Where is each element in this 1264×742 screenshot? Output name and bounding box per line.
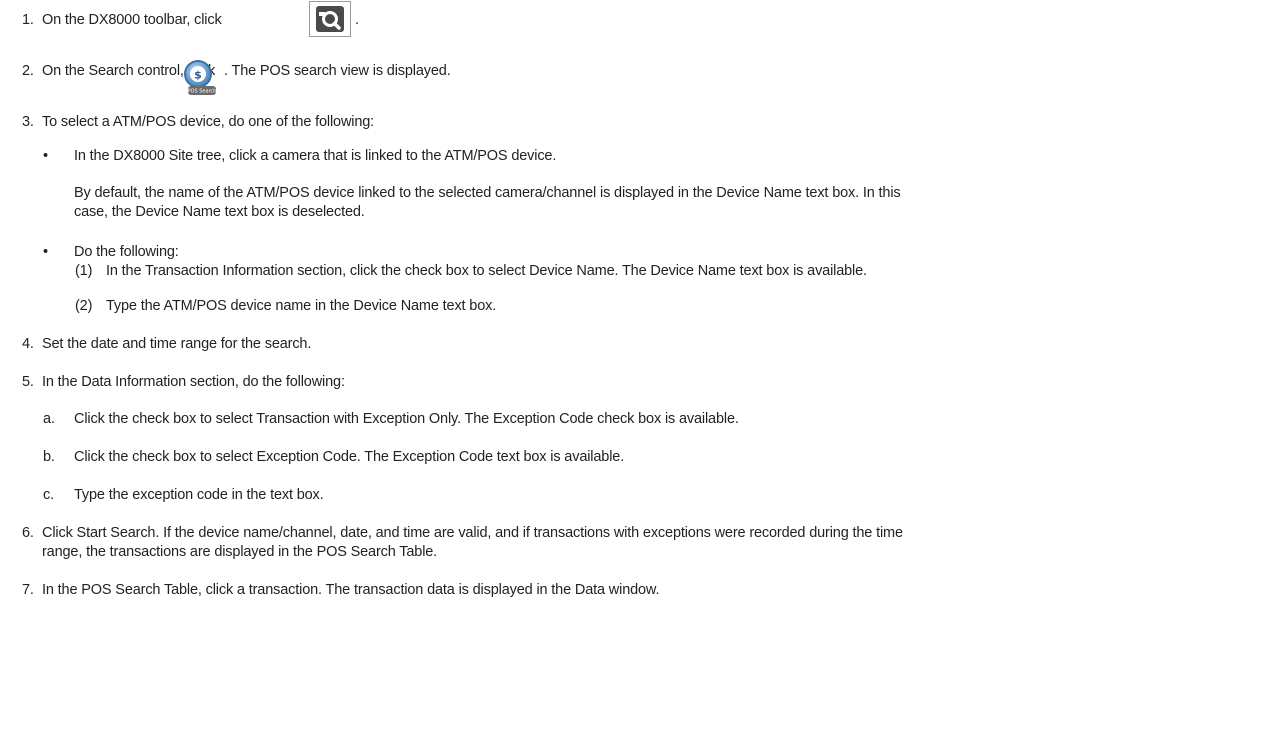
sub-item-text: In the Transaction Information section, … [106,263,867,279]
search-icon [316,6,344,32]
step-text: To select a ATM/POS device, do one of th… [42,114,375,130]
item-letter: c. [43,487,54,503]
item-text: Click the check box to select Transactio… [74,411,739,427]
step-number: 4. [22,336,34,352]
item-letter: b. [43,449,55,465]
step-text: In the Data Information section, do the … [42,374,345,390]
bullet-note-line-2: case, the Device Name text box is desele… [74,204,365,220]
step-number: 2. [22,63,34,79]
document-page: 1. On the DX8000 toolbar, click . 2. On … [0,0,1264,742]
bullet-marker: • [43,148,48,164]
sub-item-number: (2) [75,298,93,314]
item-text: Type the exception code in the text box. [74,487,324,503]
step-number: 5. [22,374,34,390]
step-text: In the POS Search Table, click a transac… [42,582,660,598]
step-number: 3. [22,114,34,130]
step-text-line-1: Click Start Search. If the device name/c… [42,525,903,541]
bullet-note-line-1: By default, the name of the ATM/POS devi… [74,185,901,201]
item-text: Click the check box to select Exception … [74,449,625,465]
sub-item-number: (1) [75,263,93,279]
pos-search-icon: $ POS Search [180,58,218,96]
step-1-trailing: . [355,12,359,28]
step-6-line-2: range, the transactions are displayed in… [42,544,438,560]
step-number: 1. [22,12,34,28]
step-2-trailing: . The POS search view is displayed. [224,63,451,79]
bullet-text: In the DX8000 Site tree, click a camera … [74,148,557,164]
step-text: Set the date and time range for the sear… [42,336,312,352]
item-letter: a. [43,411,55,427]
step-number: 6. [22,525,34,541]
sub-item-text: Type the ATM/POS device name in the Devi… [106,298,497,314]
pos-symbol: $ [194,69,202,82]
pos-search-label: POS Search [188,89,217,95]
toolbar-search-button [309,1,351,37]
bullet-text: Do the following: [74,244,179,260]
step-number: 7. [22,582,34,598]
bullet-marker: • [43,244,48,260]
step-text: On the DX8000 toolbar, click [42,12,222,28]
